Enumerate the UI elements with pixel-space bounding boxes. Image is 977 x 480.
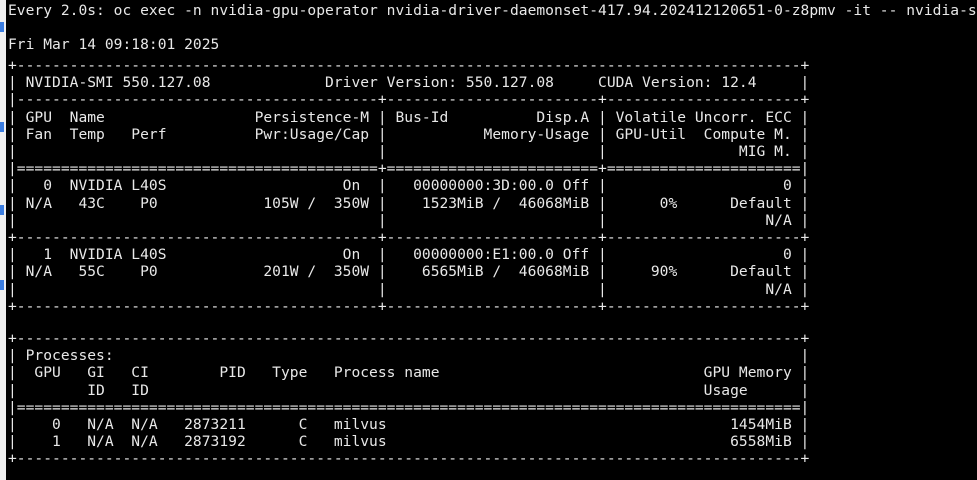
gpu-table-line: | Fan Temp Perf Pwr:Usage/Cap | Memory-U… [8,125,810,143]
process-table-line: | ID ID Usage | [8,381,810,399]
nvidia-smi-gpu-table: +---------------------------------------… [8,57,809,315]
process-table-line: | GPU GI CI PID Type Process name GPU Me… [8,364,810,382]
nvidia-smi-processes-table: +---------------------------------------… [8,330,809,468]
terminal-window[interactable]: Every 2.0s: oc exec -n nvidia-gpu-operat… [6,0,977,480]
gpu-table-line: | GPU Name Persistence-M | Bus-Id Disp.A… [8,108,810,126]
gpu-table-line: +---------------------------------------… [8,297,810,315]
gpu-table-line: | N/A 43C P0 105W / 350W | 1523MiB / 460… [8,194,810,212]
process-table-line: | 0 N/A N/A 2873211 C milvus 1454MiB | [8,416,810,434]
gpu-table-line: | | | MIG M. | [8,143,810,161]
watch-command-header: Every 2.0s: oc exec -n nvidia-gpu-operat… [8,2,977,19]
gpu-table-line: | | | N/A | [8,280,810,298]
gpu-table-line: | N/A 55C P0 201W / 350W | 6565MiB / 460… [8,263,810,281]
gpu-table-line: +---------------------------------------… [8,229,810,247]
scroll-marker [0,122,4,132]
process-table-line: |=======================================… [8,398,810,416]
scroll-marker [0,280,4,290]
process-table-line: +---------------------------------------… [8,330,810,347]
process-table-line: | Processes: | [8,347,810,365]
gpu-table-line: | 0 NVIDIA L40S On | 00000000:3D:00.0 Of… [8,177,810,195]
scroll-marker [0,205,4,215]
gpu-table-line: | 1 NVIDIA L40S On | 00000000:E1:00.0 Of… [8,246,810,264]
watch-timestamp: Fri Mar 14 09:18:01 2025 [8,36,220,53]
process-table-line: | 1 N/A N/A 2873192 C milvus 6558MiB | [8,433,810,451]
gpu-table-line: |---------------------------------------… [8,91,810,109]
gpu-table-line: | | | N/A | [8,211,810,229]
gpu-table-line: +---------------------------------------… [8,57,810,74]
gpu-table-line: | NVIDIA-SMI 550.127.08 Driver Version: … [8,74,810,92]
gpu-table-line: |=======================================… [8,160,810,178]
process-table-line: +---------------------------------------… [8,450,810,468]
scroll-marker [0,22,4,32]
